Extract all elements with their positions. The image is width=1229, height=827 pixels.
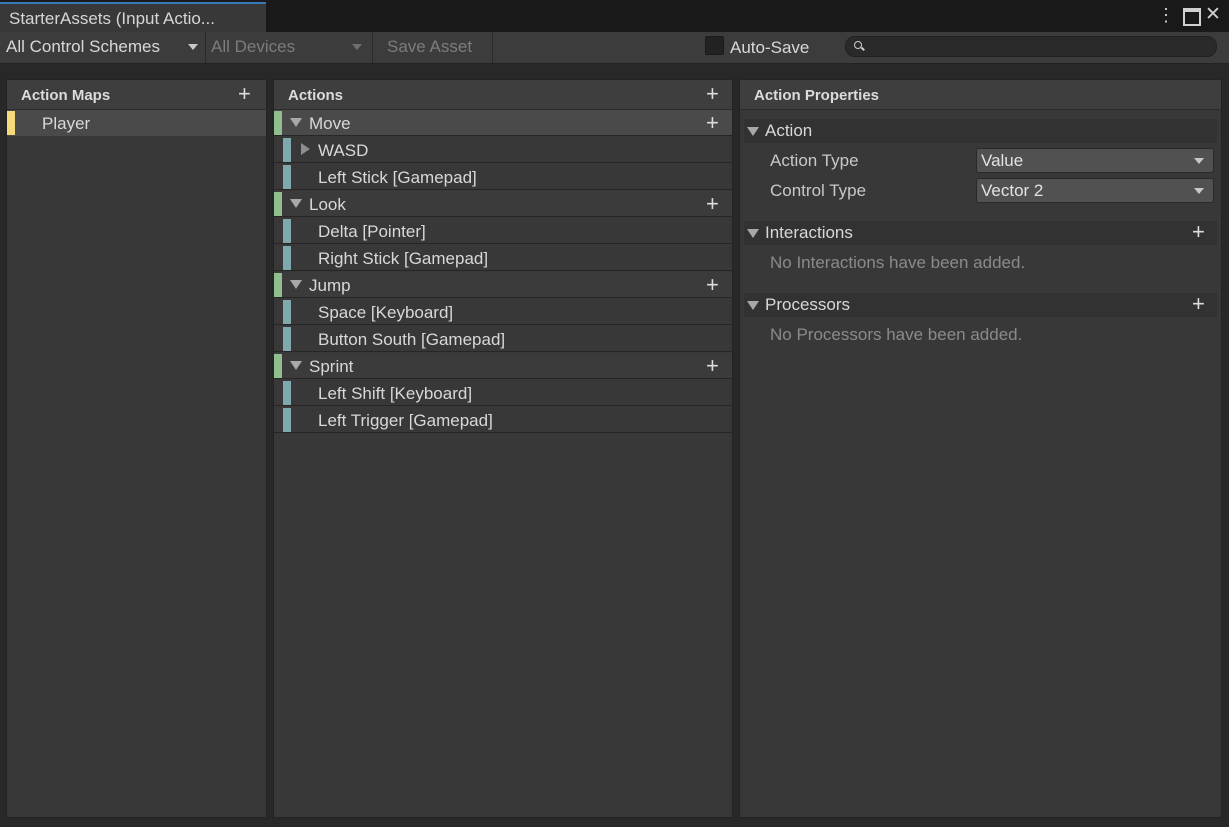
binding-row[interactable]: Delta [Pointer] — [274, 218, 732, 244]
save-asset-label: Save Asset — [387, 37, 473, 56]
add-binding-button[interactable]: + — [706, 193, 719, 215]
add-binding-button[interactable]: + — [706, 112, 719, 134]
binding-row[interactable]: WASD — [274, 137, 732, 163]
binding-row[interactable]: Right Stick [Gamepad] — [274, 245, 732, 271]
actions-title: Actions — [288, 87, 344, 104]
add-interaction-button[interactable]: + — [1192, 221, 1205, 243]
action-properties-panel: Action Properties Action Action Type Val… — [739, 79, 1222, 818]
expand-triangle-icon[interactable] — [290, 118, 302, 127]
action-row-look[interactable]: Look + — [274, 191, 732, 217]
action-section-label: Action — [765, 121, 813, 140]
action-label: Sprint — [309, 357, 354, 376]
action-label: Move — [309, 114, 351, 133]
control-schemes-dropdown[interactable]: All Control Schemes — [0, 32, 205, 63]
expand-triangle-icon[interactable] — [290, 361, 302, 370]
action-row-move[interactable]: Move + — [274, 110, 732, 136]
chevron-down-icon — [352, 44, 362, 50]
binding-label: Space [Keyboard] — [318, 303, 454, 322]
action-type-dropdown[interactable]: Value — [976, 148, 1214, 173]
binding-label: WASD — [318, 141, 369, 160]
interactions-section-label: Interactions — [765, 223, 853, 242]
binding-row[interactable]: Left Stick [Gamepad] — [274, 164, 732, 190]
auto-save-label: Auto-Save — [730, 38, 810, 57]
binding-label: Left Shift [Keyboard] — [318, 384, 473, 403]
search-input[interactable] — [845, 36, 1217, 57]
action-marker — [274, 354, 282, 378]
collapse-triangle-icon[interactable] — [747, 229, 759, 238]
action-maps-header: Action Maps + — [7, 80, 266, 110]
binding-row[interactable]: Space [Keyboard] — [274, 299, 732, 325]
control-type-dropdown[interactable]: Vector 2 — [976, 178, 1214, 203]
add-binding-button[interactable]: + — [706, 355, 719, 377]
chevron-down-icon — [188, 44, 198, 50]
action-marker — [274, 111, 282, 135]
actions-header: Actions + — [274, 80, 732, 110]
action-row-sprint[interactable]: Sprint + — [274, 353, 732, 379]
devices-label: All Devices — [211, 37, 296, 56]
binding-label: Button South [Gamepad] — [318, 330, 506, 349]
action-properties-header: Action Properties — [740, 80, 1221, 110]
binding-marker — [283, 219, 291, 243]
action-label: Look — [309, 195, 346, 214]
control-type-value: Vector 2 — [981, 181, 1044, 200]
actions-panel: Actions + Move + WASD Left Stick [Gamepa… — [273, 79, 733, 818]
window-tab-title: StarterAssets (Input Actio... — [9, 9, 215, 28]
interactions-empty-text: No Interactions have been added. — [770, 253, 1026, 272]
action-maps-title: Action Maps — [21, 87, 111, 104]
binding-marker — [283, 327, 291, 351]
binding-marker — [283, 246, 291, 270]
action-label: Jump — [309, 276, 351, 295]
maximize-icon[interactable] — [1183, 8, 1201, 26]
processors-section-label: Processors — [765, 295, 851, 314]
binding-row[interactable]: Left Trigger [Gamepad] — [274, 407, 732, 433]
expand-triangle-icon[interactable] — [290, 199, 302, 208]
save-asset-button[interactable]: Save Asset — [380, 32, 492, 63]
binding-marker — [283, 138, 291, 162]
chevron-down-icon — [1194, 188, 1204, 194]
action-type-label: Action Type — [770, 151, 859, 170]
action-map-item[interactable]: Player — [7, 110, 266, 136]
action-row-jump[interactable]: Jump + — [274, 272, 732, 298]
add-binding-button[interactable]: + — [706, 274, 719, 296]
action-map-label: Player — [42, 114, 91, 133]
interactions-section-header[interactable]: Interactions + — [744, 221, 1217, 245]
action-map-marker — [7, 111, 15, 135]
action-section-header[interactable]: Action — [744, 119, 1217, 143]
processors-section-header[interactable]: Processors + — [744, 293, 1217, 317]
window-tab[interactable]: StarterAssets (Input Actio... — [0, 2, 266, 32]
binding-marker — [283, 165, 291, 189]
auto-save-checkbox[interactable] — [705, 36, 724, 55]
control-schemes-label: All Control Schemes — [6, 37, 161, 56]
action-marker — [274, 273, 282, 297]
collapse-triangle-icon[interactable] — [747, 301, 759, 310]
action-maps-panel: Action Maps + Player — [6, 79, 267, 818]
devices-dropdown[interactable]: All Devices — [206, 32, 370, 63]
chevron-down-icon — [1194, 158, 1204, 164]
control-type-label: Control Type — [770, 181, 867, 200]
binding-label: Delta [Pointer] — [318, 222, 426, 241]
more-menu-icon[interactable]: ⋮ — [1157, 6, 1175, 24]
action-marker — [274, 192, 282, 216]
action-properties-title: Action Properties — [754, 87, 880, 104]
binding-marker — [283, 408, 291, 432]
collapse-triangle-icon[interactable] — [747, 127, 759, 136]
binding-label: Left Trigger [Gamepad] — [318, 411, 493, 430]
binding-row[interactable]: Left Shift [Keyboard] — [274, 380, 732, 406]
add-action-map-button[interactable]: + — [238, 83, 251, 105]
add-action-button[interactable]: + — [706, 83, 719, 105]
binding-marker — [283, 300, 291, 324]
binding-label: Right Stick [Gamepad] — [318, 249, 489, 268]
processors-empty-text: No Processors have been added. — [770, 325, 1023, 344]
binding-label: Left Stick [Gamepad] — [318, 168, 477, 187]
action-type-value: Value — [981, 151, 1024, 170]
add-processor-button[interactable]: + — [1192, 293, 1205, 315]
close-icon[interactable]: ✕ — [1205, 5, 1221, 24]
binding-row[interactable]: Button South [Gamepad] — [274, 326, 732, 352]
expand-triangle-icon[interactable] — [290, 280, 302, 289]
expand-triangle-icon[interactable] — [301, 143, 310, 155]
binding-marker — [283, 381, 291, 405]
